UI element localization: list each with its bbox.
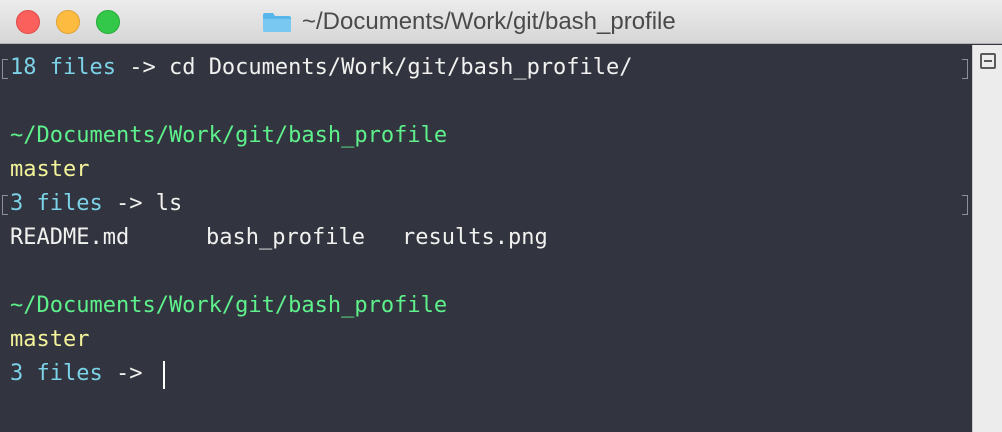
text-cursor — [163, 361, 165, 389]
prompt-branch: master — [10, 327, 90, 352]
prompt-file-count: 18 files — [10, 55, 116, 80]
prompt-arrow: -> — [115, 55, 169, 80]
split-pane-icon[interactable] — [980, 53, 996, 69]
mark-bracket-right — [962, 195, 968, 215]
window-title-text: ~/Documents/Work/git/bash_profile — [302, 8, 676, 35]
terminal-output[interactable]: 18 files -> cd Documents/Work/git/bash_p… — [0, 45, 972, 432]
mark-bracket-right — [962, 59, 968, 79]
mark-bracket-left — [2, 195, 8, 215]
title-bar[interactable]: ~/Documents/Work/git/bash_profile — [0, 0, 1002, 44]
prompt-branch: master — [10, 157, 90, 182]
window-title: ~/Documents/Work/git/bash_profile — [262, 8, 676, 36]
prompt-path: ~/Documents/Work/git/bash_profile — [10, 293, 448, 318]
current-prompt: 3 files -> — [10, 357, 156, 391]
terminal-window: ~/Documents/Work/git/bash_profile 18 fil… — [0, 0, 1002, 432]
command-line: 18 files -> cd Documents/Work/git/bash_p… — [10, 51, 633, 85]
prompt-path: ~/Documents/Work/git/bash_profile — [10, 123, 448, 148]
ls-output-file: bash_profile — [206, 225, 365, 250]
command-text: ls — [155, 191, 183, 216]
command-line: 3 files -> ls — [10, 187, 182, 221]
prompt-file-count: 3 files — [10, 191, 103, 216]
mark-bracket-left — [2, 59, 8, 79]
ls-output-file: results.png — [402, 225, 548, 250]
close-button[interactable] — [16, 10, 40, 34]
command-text: cd Documents/Work/git/bash_profile/ — [168, 55, 633, 80]
prompt-file-count: 3 files — [10, 361, 103, 386]
ls-output-file: README.md — [10, 225, 130, 250]
minimize-button[interactable] — [56, 10, 80, 34]
zoom-button[interactable] — [96, 10, 120, 34]
scrollbar[interactable] — [972, 45, 1002, 432]
prompt-arrow: -> — [102, 361, 156, 386]
prompt-arrow: -> — [102, 191, 156, 216]
folder-icon — [263, 13, 291, 32]
